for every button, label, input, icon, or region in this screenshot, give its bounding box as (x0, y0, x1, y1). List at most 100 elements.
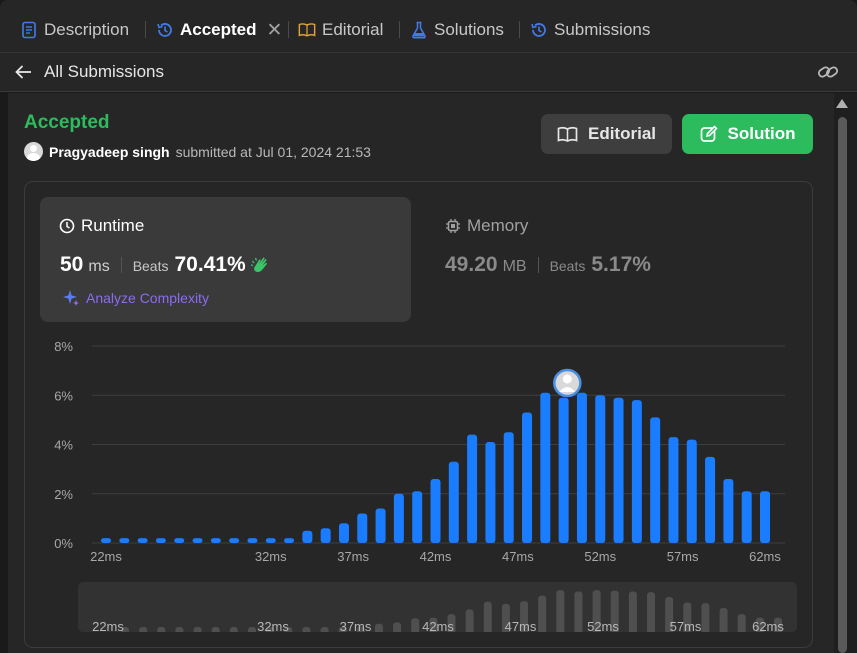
overview-bar (411, 618, 420, 632)
tab-label: Solutions (434, 20, 504, 39)
overview-bar (374, 623, 383, 632)
chart-bar[interactable] (448, 461, 459, 543)
metric-divider (120, 257, 122, 273)
chart-bar[interactable] (558, 397, 569, 543)
chart-bar[interactable] (174, 538, 185, 543)
description-icon (22, 21, 36, 39)
tab-label: Submissions (554, 20, 651, 39)
overview-bar (302, 627, 311, 632)
book-icon (298, 23, 316, 37)
solution-button[interactable]: Solution (682, 114, 813, 154)
chart-bar[interactable] (229, 538, 240, 543)
avatar[interactable] (24, 142, 43, 161)
x-tick-label: 42ms (420, 549, 452, 564)
chart-bar[interactable] (576, 392, 587, 543)
analyze-complexity-link[interactable]: Analyze Complexity (62, 289, 209, 307)
editorial-button[interactable]: Editorial (541, 114, 672, 154)
submitted-at: submitted at Jul 01, 2024 21:53 (175, 143, 371, 160)
chart-bar[interactable] (393, 493, 404, 543)
chart-bar[interactable] (705, 456, 716, 543)
tab-label: Editorial (322, 20, 384, 39)
chart-bar[interactable] (155, 538, 166, 543)
chart-bar[interactable] (265, 538, 276, 543)
scrollbar-thumb[interactable] (838, 117, 847, 653)
runtime-title: Runtime (59, 216, 144, 236)
sparkle-icon (63, 290, 79, 306)
overview-bar (157, 627, 166, 632)
tab-label: Description (44, 20, 130, 39)
runtime-beats-pct: 70.41% (174, 253, 246, 276)
tab-description[interactable]: Description (20, 17, 129, 43)
chart-bar[interactable] (284, 538, 295, 543)
chart-bar[interactable] (650, 417, 661, 543)
overview-bar (538, 595, 547, 632)
x-tick-label: 37ms (337, 549, 369, 564)
tab-solutions[interactable]: Solutions (410, 17, 504, 43)
y-tick-label: 4% (54, 438, 73, 453)
chart-bar[interactable] (631, 400, 642, 543)
book-icon (557, 126, 578, 142)
chart-bar[interactable] (210, 538, 221, 543)
chart-bar[interactable] (192, 538, 203, 543)
memory-title[interactable]: Memory (445, 216, 528, 236)
solution-button-label: Solution (727, 124, 796, 143)
overview-chart[interactable]: 22ms 32ms 37ms 42ms 47ms 52ms 57ms 62ms (78, 582, 797, 632)
overview-bar (175, 627, 184, 632)
x-tick-label: 57ms (667, 549, 699, 564)
chart-bar[interactable] (540, 392, 551, 543)
chart-bar[interactable] (686, 439, 697, 543)
submission-header: All Submissions (0, 52, 857, 92)
chart-bar[interactable] (668, 437, 679, 543)
chart-bar[interactable] (723, 478, 734, 543)
runtime-metric: 50 ms Beats 70.41% (60, 253, 272, 277)
chart-bar[interactable] (760, 491, 770, 543)
overview-bar (574, 591, 583, 632)
chart-bar[interactable] (613, 397, 624, 543)
overview-bar (211, 627, 220, 632)
tab-editorial[interactable]: Editorial (298, 17, 383, 43)
close-icon[interactable]: ✕ (267, 19, 283, 42)
chart-bar[interactable] (357, 513, 368, 543)
chart-bar[interactable] (430, 478, 441, 543)
chart-bar[interactable] (320, 528, 331, 543)
all-submissions-link[interactable]: All Submissions (15, 62, 164, 82)
chart-bar[interactable] (485, 442, 496, 543)
username[interactable]: Pragyadeep singh (49, 144, 170, 160)
tab-bar: Description Accepted ✕ Editorial Solutio… (0, 0, 857, 58)
chart-bar[interactable] (119, 538, 130, 543)
chip-icon (446, 219, 460, 233)
runtime-unit: ms (88, 258, 110, 275)
tab-submissions[interactable]: Submissions (530, 17, 650, 43)
overview-bar (139, 627, 148, 632)
chart-bar[interactable] (412, 491, 423, 543)
chart-bar[interactable] (595, 395, 606, 543)
chart-range-overview[interactable]: 22ms 32ms 37ms 42ms 47ms 52ms 57ms 62ms (78, 582, 797, 632)
chart-bar[interactable] (247, 538, 258, 543)
chart-bar[interactable] (467, 434, 478, 543)
overview-tick-label: 52ms (587, 619, 619, 632)
clap-icon (250, 257, 267, 272)
chart-bar[interactable] (101, 538, 111, 543)
overview-tick-label: 57ms (670, 619, 702, 632)
chart-bar[interactable] (375, 508, 386, 543)
history-icon (157, 23, 172, 37)
chart-bar[interactable] (137, 538, 148, 543)
runtime-distribution-chart[interactable]: 0% 2% 4% 6% 8% 22ms 32ms 37ms 42ms 47ms 52ms 57ms 62… (40, 335, 800, 570)
chart-bar[interactable] (522, 412, 533, 543)
overview-bar (701, 603, 710, 632)
arrow-left-icon (15, 65, 31, 79)
chart-bar[interactable] (503, 432, 514, 543)
tab-accepted[interactable]: Accepted ✕ (156, 17, 282, 43)
your-submission-marker[interactable] (553, 368, 582, 398)
overview-bar (229, 627, 238, 632)
chart-bar[interactable] (338, 523, 349, 543)
memory-beats-label: Beats (549, 258, 586, 274)
edit-icon (700, 125, 718, 142)
y-tick-label: 8% (54, 339, 73, 354)
link-icon[interactable] (817, 63, 839, 81)
chart-bar[interactable] (302, 530, 313, 543)
scroll-up-icon[interactable] (836, 99, 848, 108)
chart-bar[interactable] (741, 491, 752, 543)
overview-bar (647, 592, 656, 632)
overview-bar (193, 627, 202, 632)
